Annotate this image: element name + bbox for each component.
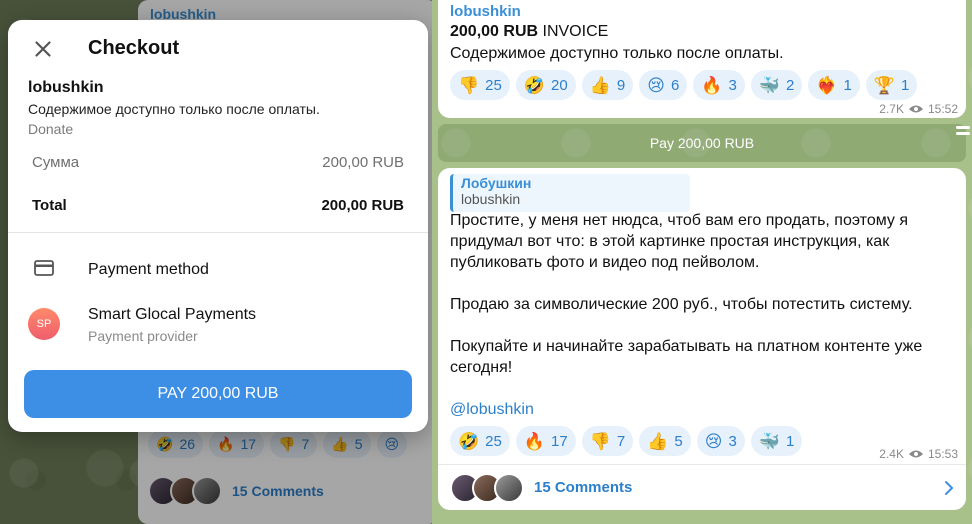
message-body: Простите, у меня нет нюдса, чтоб вам его…: [450, 210, 950, 420]
reaction-count: 25: [485, 432, 502, 450]
invoice-word: INVOICE: [542, 23, 609, 40]
item-description: Содержимое доступно только после оплаты.: [28, 101, 320, 117]
invoice-description: Содержимое доступно только после оплаты.: [450, 45, 784, 62]
comments-bar[interactable]: 15 Comments: [438, 464, 966, 510]
crying-emoji-icon: 😢: [704, 431, 723, 451]
rofl-emoji-icon: 🤣: [523, 75, 546, 95]
reaction-count: 3: [728, 76, 737, 94]
fire-emoji-icon: 🔥: [701, 75, 723, 95]
pay-bar-button[interactable]: Pay 200,00 RUB: [438, 124, 966, 162]
reaction-count: 3: [728, 432, 737, 450]
reaction-count: 6: [670, 76, 680, 94]
reaction-count: 20: [551, 76, 568, 94]
invoice-message: lobushkin 200,00 RUB INVOICE Содержимое …: [438, 0, 966, 118]
reaction-chip[interactable]: 🔥 17: [515, 426, 576, 456]
reaction-chip[interactable]: 👍 5: [639, 426, 691, 456]
total-value: 200,00 RUB: [321, 197, 404, 214]
reaction-count: 25: [485, 76, 502, 94]
close-icon[interactable]: [30, 36, 56, 62]
comments-label: 15 Comments: [534, 479, 633, 496]
reaction-chip[interactable]: 🐳 1: [750, 426, 803, 456]
commenter-avatars: [450, 472, 524, 503]
reaction-chip[interactable]: 👎 7: [581, 426, 634, 456]
reaction-chip[interactable]: 🤣 20: [515, 70, 576, 100]
forward-author-name: Лобушкин: [461, 175, 532, 191]
reaction-chip[interactable]: 😢 6: [639, 70, 688, 100]
forward-author-username: lobushkin: [461, 191, 521, 207]
provider-subtitle: Payment provider: [88, 328, 198, 344]
chevron-right-icon: [945, 481, 954, 495]
reaction-chip[interactable]: 🤣 25: [450, 426, 510, 456]
post-message: Лобушкин lobushkin Простите, у меня нет …: [438, 168, 966, 464]
reaction-chip[interactable]: 🏆 1: [865, 70, 918, 100]
reaction-chip[interactable]: 👍 9: [581, 70, 634, 100]
reaction-count: 1: [843, 76, 852, 94]
rofl-emoji-icon: 🤣: [458, 431, 480, 451]
paragraph: Продаю за символические 200 руб., чтобы …: [450, 296, 913, 313]
reaction-count: 7: [616, 432, 626, 450]
reaction-count: 2: [786, 76, 795, 94]
forwarded-from[interactable]: Лобушкин lobushkin: [450, 174, 690, 212]
whale-emoji-icon: 🐳: [758, 431, 780, 451]
message-reactions: 👎 25 🤣 20 👍 9 😢 6 🔥 3 🐳 2 ❤️‍🔥 1 🏆 1: [450, 70, 918, 100]
thumbs-down-emoji-icon: 👎: [458, 75, 480, 95]
dialog-header: Checkout: [8, 20, 428, 76]
message-meta: 2.4K 15:53: [879, 447, 958, 461]
message-time: 15:52: [927, 102, 958, 116]
right-chat-pane: lobushkin 200,00 RUB INVOICE Содержимое …: [432, 0, 972, 524]
checkout-dialog: Checkout lobushkin Содержимое доступно т…: [8, 20, 428, 432]
reaction-chip[interactable]: 😢 3: [696, 426, 745, 456]
message-author: lobushkin: [450, 3, 521, 20]
reaction-chip[interactable]: 🐳 2: [750, 70, 803, 100]
item-kind: Donate: [28, 121, 74, 137]
dialog-title: Checkout: [88, 37, 180, 59]
paragraph: Покупайте и начинайте зарабатывать на пл…: [450, 338, 923, 376]
credit-card-icon: [34, 260, 54, 276]
seller-name: lobushkin: [28, 79, 104, 96]
reaction-count: 5: [674, 432, 683, 450]
total-label: Total: [32, 197, 67, 214]
invoice-amount: 200,00 RUB: [450, 23, 539, 40]
message-time: 15:53: [927, 447, 958, 461]
heart-on-fire-emoji-icon: ❤️‍🔥: [816, 75, 838, 95]
thumbs-down-emoji-icon: 👎: [589, 431, 611, 451]
whale-emoji-icon: 🐳: [758, 75, 780, 95]
divider: [8, 232, 428, 233]
reaction-count: 9: [616, 76, 626, 94]
view-count: 2.7K: [879, 102, 904, 116]
eye-icon: [908, 450, 923, 458]
sum-label: Сумма: [32, 154, 80, 171]
scroll-handle-icon[interactable]: [954, 124, 972, 138]
crying-emoji-icon: 😢: [647, 75, 665, 95]
reaction-chip[interactable]: 👎 25: [450, 70, 510, 100]
reaction-chip[interactable]: 🔥 3: [693, 70, 745, 100]
mention-link[interactable]: @lobushkin: [450, 399, 950, 420]
reaction-count: 1: [786, 432, 795, 450]
sum-value: 200,00 RUB: [322, 154, 404, 171]
total-row: Total 200,00 RUB: [32, 197, 404, 214]
reaction-count: 1: [901, 76, 910, 94]
eye-icon: [908, 105, 923, 113]
thumbs-up-emoji-icon: 👍: [589, 75, 611, 95]
paragraph: Простите, у меня нет нюдса, чтоб вам его…: [450, 212, 909, 271]
avatar: [494, 472, 524, 503]
sum-row: Сумма 200,00 RUB: [32, 154, 404, 171]
provider-avatar: SP: [28, 308, 60, 340]
fire-emoji-icon: 🔥: [523, 431, 546, 451]
reaction-count: 17: [551, 432, 568, 450]
thumbs-up-emoji-icon: 👍: [647, 431, 669, 451]
payment-method-option[interactable]: Payment method: [88, 261, 209, 279]
provider-name[interactable]: Smart Glocal Payments: [88, 306, 256, 324]
message-reactions: 🤣 25 🔥 17 👎 7 👍 5 😢 3 🐳 1: [450, 426, 803, 456]
view-count: 2.4K: [879, 447, 904, 461]
left-chat-pane: lobushkin 🤣 26 🔥 17 👎 7 👍 5 😢 15 Comments Ch…: [0, 0, 432, 524]
reaction-chip[interactable]: ❤️‍🔥 1: [808, 70, 860, 100]
message-meta: 2.7K 15:52: [879, 102, 958, 116]
trophy-emoji-icon: 🏆: [873, 75, 896, 95]
invoice-title: 200,00 RUB INVOICE: [450, 23, 608, 41]
pay-button[interactable]: PAY 200,00 RUB: [24, 370, 412, 418]
